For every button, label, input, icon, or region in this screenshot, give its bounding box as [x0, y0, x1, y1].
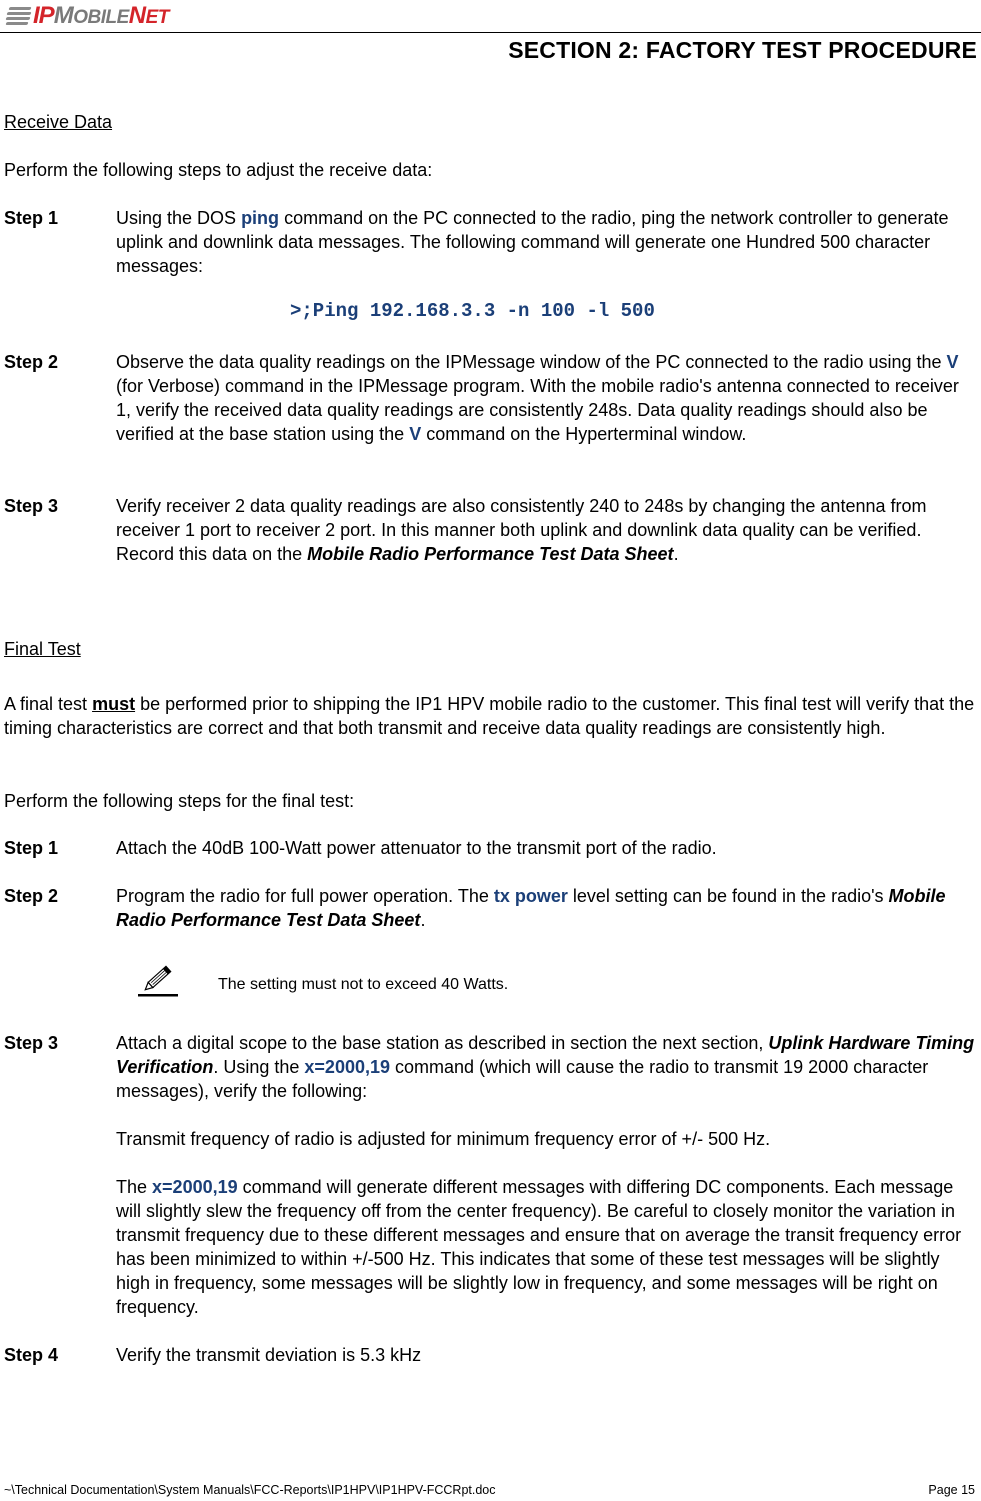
final-step-1-label: Step 1: [4, 838, 59, 858]
logo-mobile-rest: OBILE: [73, 7, 129, 28]
footer-file-path: ~\Technical Documentation\System Manuals…: [4, 1483, 496, 1497]
final-test-intro-2: Perform the following steps for the fina…: [4, 791, 355, 811]
final-step-1-text: Attach the 40dB 100-Watt power attenuato…: [116, 838, 717, 858]
final-step-4-label: Step 4: [4, 1345, 59, 1365]
text-run: Program the radio for full power operati…: [116, 886, 494, 906]
verbose-command-keyword: V: [946, 352, 959, 372]
rx-step-1-text: Using the DOS ping command on the PC con…: [116, 206, 976, 278]
ping-command-keyword: ping: [241, 208, 280, 228]
section-title: SECTION 2: FACTORY TEST PROCEDURE: [508, 37, 977, 63]
footer-page-number: Page 15: [928, 1483, 975, 1497]
ping-command-example: >;Ping 192.168.3.3 -n 100 -l 500: [290, 300, 655, 322]
text-run: A final test: [4, 694, 93, 714]
note-text: The setting must not to exceed 40 Watts.: [218, 976, 509, 993]
data-sheet-reference: Mobile Radio Performance Test Data Sheet: [307, 544, 674, 564]
text-run: command will generate different messages…: [116, 1177, 962, 1317]
logo-net-text: NET: [128, 2, 170, 30]
pencil-icon: [138, 960, 180, 998]
final-step-4-text: Verify the transmit deviation is 5.3 kHz: [116, 1345, 422, 1365]
final-step-2-label: Step 2: [4, 886, 59, 906]
text-run: The: [116, 1177, 153, 1197]
logo-ip-text: IP: [33, 2, 55, 29]
final-step-3-explanation: The x=2000,19 command will generate diff…: [116, 1175, 976, 1319]
final-test-heading: Final Test: [4, 639, 81, 659]
text-run: Observe the data quality readings on the…: [116, 352, 947, 372]
final-test-intro: A final test must be performed prior to …: [4, 692, 976, 740]
text-run: command on the Hyperterminal window.: [421, 424, 747, 444]
text-run: be performed prior to shipping the IP1 H…: [4, 694, 975, 738]
rx-step-2-text: Observe the data quality readings on the…: [116, 350, 976, 446]
final-step-3-label: Step 3: [4, 1033, 59, 1053]
header-divider: [0, 32, 981, 33]
logo-mark-icon: [5, 5, 32, 27]
logo-net-initial: N: [128, 2, 146, 29]
verbose-command-keyword: V: [409, 424, 422, 444]
rx-step-1-label: Step 1: [4, 208, 59, 228]
logo-mobile-text: MOBILE: [53, 2, 130, 30]
final-step-2-text: Program the radio for full power operati…: [116, 884, 976, 932]
x-command-keyword: x=2000,19: [152, 1177, 238, 1197]
rx-step-3-text: Verify receiver 2 data quality readings …: [116, 494, 976, 566]
emphasis-must: must: [92, 694, 136, 714]
text-run: Attach a digital scope to the base stati…: [116, 1033, 769, 1053]
receive-data-heading: Receive Data: [4, 112, 113, 132]
text-run: . Using the: [213, 1057, 305, 1077]
final-step-3-text: Attach a digital scope to the base stati…: [116, 1031, 976, 1103]
text-run: Using the DOS: [116, 208, 242, 228]
rx-step-2-label: Step 2: [4, 352, 59, 372]
text-run: level setting can be found in the radio'…: [567, 886, 889, 906]
receive-data-intro: Perform the following steps to adjust th…: [4, 160, 433, 180]
text-run: .: [673, 544, 679, 564]
tx-power-keyword: tx power: [493, 886, 568, 906]
logo-mobile-initial: M: [53, 2, 74, 29]
final-step-3-frequency-check: Transmit frequency of radio is adjusted …: [116, 1129, 771, 1149]
text-run: .: [420, 910, 426, 930]
company-logo: IP MOBILE NET: [5, 2, 170, 30]
x-command-keyword: x=2000,19: [304, 1057, 390, 1077]
rx-step-3-label: Step 3: [4, 496, 59, 516]
logo-net-rest: ET: [145, 7, 170, 28]
